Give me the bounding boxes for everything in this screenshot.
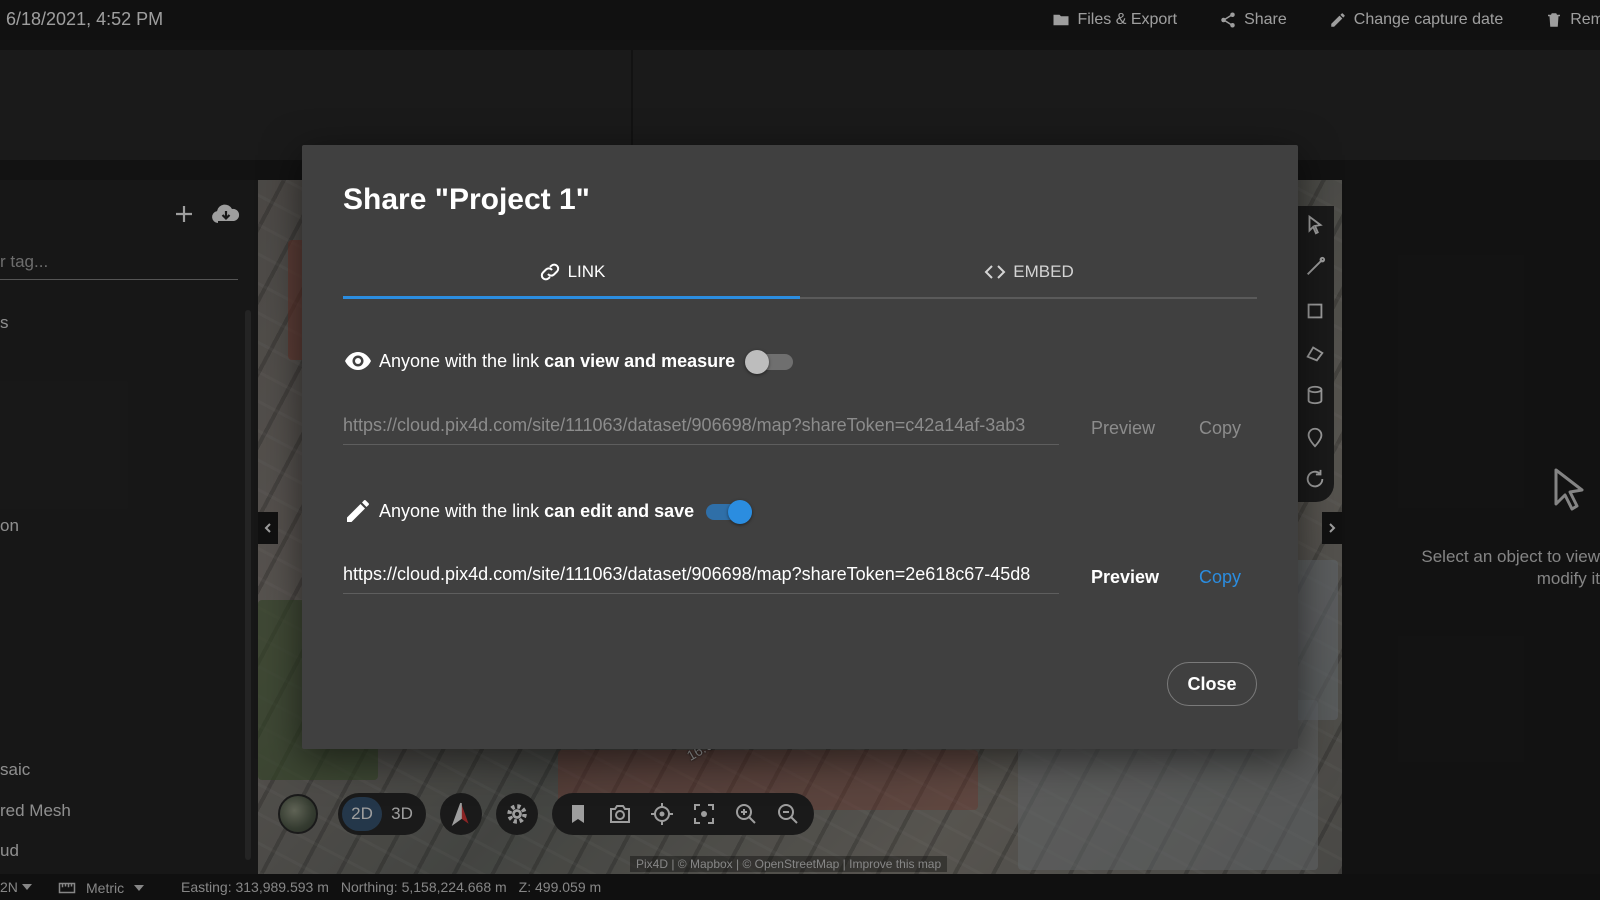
view-url-row: https://cloud.pix4d.com/site/111063/data… bbox=[343, 411, 1257, 445]
dialog-title: Share "Project 1" bbox=[343, 183, 590, 216]
edit-preview-button[interactable]: Preview bbox=[1091, 567, 1199, 588]
eye-icon bbox=[345, 352, 371, 370]
view-preview-button[interactable]: Preview bbox=[1091, 418, 1199, 439]
share-tabs: LINK EMBED bbox=[343, 247, 1257, 299]
edit-copy-button[interactable]: Copy bbox=[1199, 567, 1241, 588]
view-permission-toggle[interactable] bbox=[745, 350, 794, 374]
tab-embed-label: EMBED bbox=[1013, 262, 1074, 281]
link-icon bbox=[540, 263, 559, 281]
tab-link[interactable]: LINK bbox=[343, 247, 800, 299]
toggle-knob bbox=[745, 350, 770, 374]
edit-permission-bold: can edit and save bbox=[544, 500, 695, 521]
edit-url-row: https://cloud.pix4d.com/site/111063/data… bbox=[343, 560, 1257, 594]
view-copy-button[interactable]: Copy bbox=[1199, 418, 1241, 439]
edit-permission-prefix: Anyone with the link bbox=[379, 500, 540, 521]
tab-embed[interactable]: EMBED bbox=[800, 247, 1257, 297]
view-permission-prefix: Anyone with the link bbox=[379, 350, 540, 371]
pencil-icon bbox=[347, 500, 369, 522]
edit-permission-toggle[interactable] bbox=[706, 500, 753, 524]
tab-link-label: LINK bbox=[567, 262, 606, 281]
view-share-url[interactable]: https://cloud.pix4d.com/site/111063/data… bbox=[343, 411, 1059, 445]
code-icon bbox=[984, 265, 1006, 279]
close-button[interactable]: Close bbox=[1167, 662, 1257, 706]
toggle-knob bbox=[728, 500, 753, 524]
edit-share-url[interactable]: https://cloud.pix4d.com/site/111063/data… bbox=[343, 560, 1059, 594]
edit-permission-row: Anyone with the link can edit and save bbox=[343, 495, 753, 527]
share-dialog: Share "Project 1" LINK EMBED Anyone with… bbox=[302, 145, 1298, 749]
view-permission-bold: can view and measure bbox=[544, 350, 736, 371]
view-permission-row: Anyone with the link can view and measur… bbox=[343, 345, 794, 377]
